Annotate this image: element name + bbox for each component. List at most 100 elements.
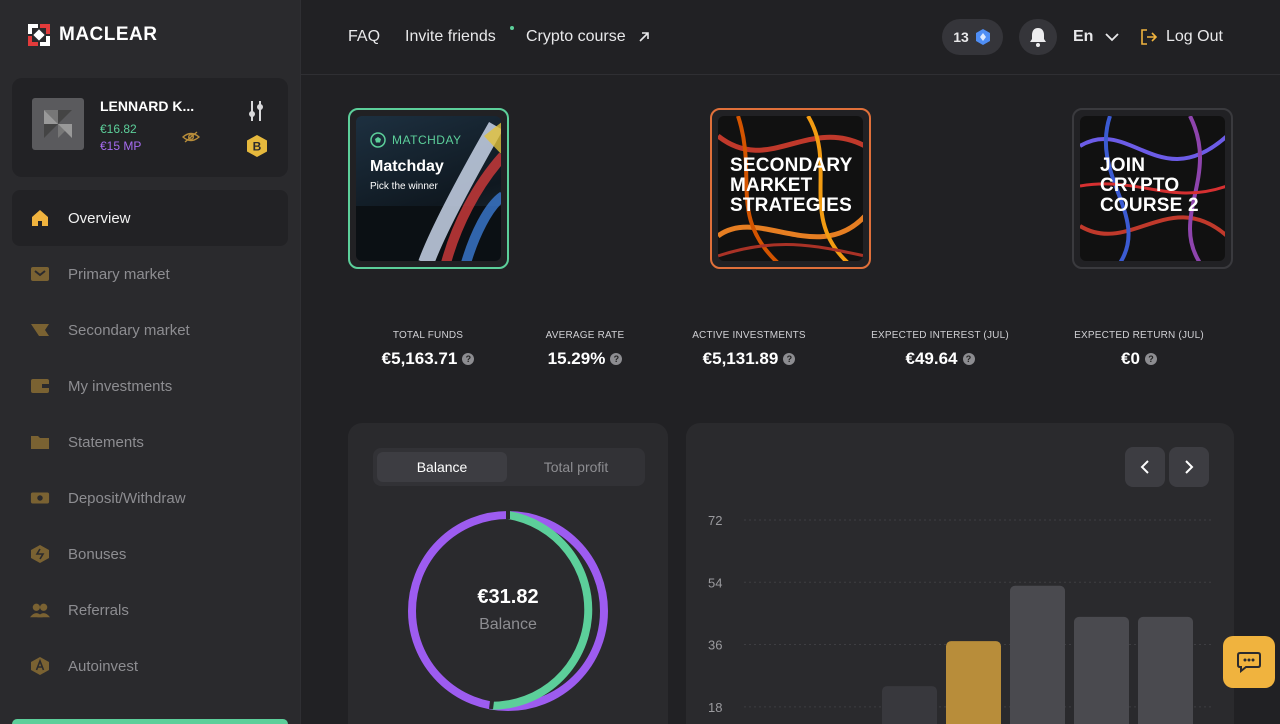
stat-expected-return: EXPECTED RETURN (JUL) €0? bbox=[1064, 330, 1214, 369]
home-icon bbox=[30, 208, 50, 228]
profile-mp: €15 MP bbox=[100, 139, 142, 153]
sidebar-item-label: Overview bbox=[68, 209, 131, 227]
faq-link[interactable]: FAQ bbox=[348, 28, 380, 46]
sidebar-item-overview[interactable]: Overview bbox=[12, 190, 288, 246]
chart-bar[interactable] bbox=[1074, 616, 1129, 724]
crypto-course-link[interactable]: Crypto course bbox=[526, 28, 650, 46]
y-tick-label: 54 bbox=[708, 575, 722, 590]
sidebar-item-statements[interactable]: Statements bbox=[12, 414, 288, 470]
promo-card-crypto-course[interactable]: JOIN CRYPTO COURSE 2 bbox=[1072, 108, 1233, 269]
stat-value: €0 bbox=[1121, 349, 1140, 368]
sidebar-item-label: My investments bbox=[68, 377, 173, 395]
profile-card: LENNARD K... €16.82 €15 MP B bbox=[12, 78, 288, 177]
logout-label: Log Out bbox=[1166, 28, 1223, 45]
tab-balance[interactable]: Balance bbox=[377, 452, 507, 482]
sidebar-item-label: Statements bbox=[68, 433, 144, 451]
stat-label: AVERAGE RATE bbox=[545, 330, 625, 341]
logo[interactable]: MACLEAR bbox=[28, 24, 158, 46]
bonus-icon bbox=[30, 544, 50, 564]
crypto-course-title: JOIN CRYPTO COURSE 2 bbox=[1100, 156, 1199, 216]
chart-bar[interactable] bbox=[946, 641, 1001, 724]
logout-button[interactable]: Log Out bbox=[1140, 28, 1223, 46]
y-tick-label: 36 bbox=[708, 638, 722, 653]
help-icon[interactable]: ? bbox=[610, 353, 623, 365]
sidebar-item-label: Referrals bbox=[68, 601, 129, 619]
stat-value: 15.29% bbox=[547, 349, 606, 368]
y-tick-label: 18 bbox=[708, 700, 722, 715]
sidebar-item-bonuses[interactable]: Bonuses bbox=[12, 526, 288, 582]
help-icon[interactable]: ? bbox=[1144, 353, 1157, 365]
matchday-tag-label: MATCHDAY bbox=[392, 133, 462, 147]
balance-donut-chart bbox=[408, 511, 608, 711]
title-line: JOIN bbox=[1100, 155, 1146, 176]
chat-button[interactable] bbox=[1223, 636, 1275, 688]
notifications-button[interactable] bbox=[1019, 19, 1057, 55]
crypto-course-image: JOIN CRYPTO COURSE 2 bbox=[1080, 116, 1225, 261]
help-icon[interactable]: ? bbox=[783, 353, 796, 365]
matchday-title: Matchday bbox=[370, 158, 444, 175]
title-line: SECONDARY bbox=[730, 155, 853, 176]
stat-label: EXPECTED RETURN (JUL) bbox=[1074, 330, 1204, 341]
balance-label: Balance bbox=[479, 616, 537, 633]
sidebar-item-label: Primary market bbox=[68, 265, 170, 283]
top-header: FAQ Invite friends Crypto course 13 En L… bbox=[301, 0, 1280, 75]
sidebar-item-deposit-withdraw[interactable]: Deposit/Withdraw bbox=[12, 470, 288, 526]
wallet-icon bbox=[30, 376, 50, 396]
title-line: CRYPTO bbox=[1100, 175, 1180, 196]
chart-bar[interactable] bbox=[1138, 616, 1193, 724]
balance-amount: €31.82 bbox=[477, 586, 539, 608]
title-line: COURSE 2 bbox=[1100, 195, 1199, 216]
sidebar-item-my-investments[interactable]: My investments bbox=[12, 358, 288, 414]
stat-label: ACTIVE INVESTMENTS bbox=[692, 330, 806, 341]
logout-icon bbox=[1141, 29, 1158, 45]
level-badge-icon[interactable]: B bbox=[245, 134, 269, 158]
sidebar-item-referrals[interactable]: Referrals bbox=[12, 582, 288, 638]
profile-balance-value: €16.82 bbox=[100, 122, 137, 136]
promo-card-matchday[interactable]: MATCHDAY Matchday Pick the winner bbox=[348, 108, 509, 269]
chart-bar[interactable] bbox=[882, 686, 937, 724]
stat-average-rate: AVERAGE RATE 15.29%? bbox=[535, 330, 635, 369]
level-counter[interactable]: 13 bbox=[942, 19, 1003, 55]
stat-value: €5,131.89 bbox=[702, 349, 779, 368]
diamond-icon bbox=[975, 29, 990, 45]
stat-total-funds: TOTAL FUNDS €5,163.71? bbox=[378, 330, 478, 369]
maclear-logo-icon bbox=[28, 24, 50, 46]
help-icon[interactable]: ? bbox=[962, 353, 975, 365]
avatar[interactable] bbox=[32, 98, 84, 150]
chart-bar[interactable] bbox=[1010, 585, 1065, 724]
stat-value: €5,163.71 bbox=[381, 349, 458, 368]
sidebar: MACLEAR LENNARD K... €16.82 €15 MP B Ove… bbox=[0, 0, 301, 724]
matchday-subtitle: Pick the winner bbox=[370, 181, 438, 192]
sidebar-item-secondary-market[interactable]: Secondary market bbox=[12, 302, 288, 358]
football-icon bbox=[370, 132, 386, 148]
balance-panel: Balance Total profit €31.82 Balance bbox=[348, 423, 668, 724]
folder-icon bbox=[30, 432, 50, 452]
sidebar-action-button[interactable] bbox=[12, 719, 288, 724]
profile-name: LENNARD K... bbox=[100, 98, 195, 114]
bell-icon bbox=[1030, 28, 1046, 47]
sidebar-item-label: Bonuses bbox=[68, 545, 127, 563]
title-line: MARKET bbox=[730, 175, 813, 196]
sidebar-item-autoinvest[interactable]: Autoinvest bbox=[12, 638, 288, 694]
brand-name: MACLEAR bbox=[59, 24, 158, 45]
settings-sliders-icon[interactable] bbox=[248, 100, 264, 122]
sidebar-nav: Overview Primary market Secondary market… bbox=[12, 190, 288, 694]
notification-dot bbox=[510, 26, 514, 30]
stat-label: TOTAL FUNDS bbox=[392, 330, 464, 341]
y-tick-label: 72 bbox=[708, 513, 722, 528]
promo-card-secondary-market[interactable]: SECONDARY MARKET STRATEGIES bbox=[710, 108, 871, 269]
cash-icon bbox=[30, 488, 50, 508]
tab-total-profit[interactable]: Total profit bbox=[511, 452, 641, 482]
eye-hidden-icon[interactable] bbox=[182, 130, 200, 144]
bar-chart-panel: 18 36 54 72 bbox=[686, 423, 1234, 724]
counter-value: 13 bbox=[953, 29, 969, 45]
chevron-down-icon bbox=[1105, 32, 1120, 41]
secondary-market-title: SECONDARY MARKET STRATEGIES bbox=[730, 156, 853, 216]
language-select[interactable]: En bbox=[1073, 28, 1120, 46]
invite-friends-link[interactable]: Invite friends bbox=[405, 28, 496, 46]
help-icon[interactable]: ? bbox=[462, 353, 475, 365]
profile-balance: €16.82 bbox=[100, 122, 137, 136]
referrals-icon bbox=[30, 600, 50, 620]
crypto-course-label: Crypto course bbox=[526, 28, 626, 45]
sidebar-item-primary-market[interactable]: Primary market bbox=[12, 246, 288, 302]
